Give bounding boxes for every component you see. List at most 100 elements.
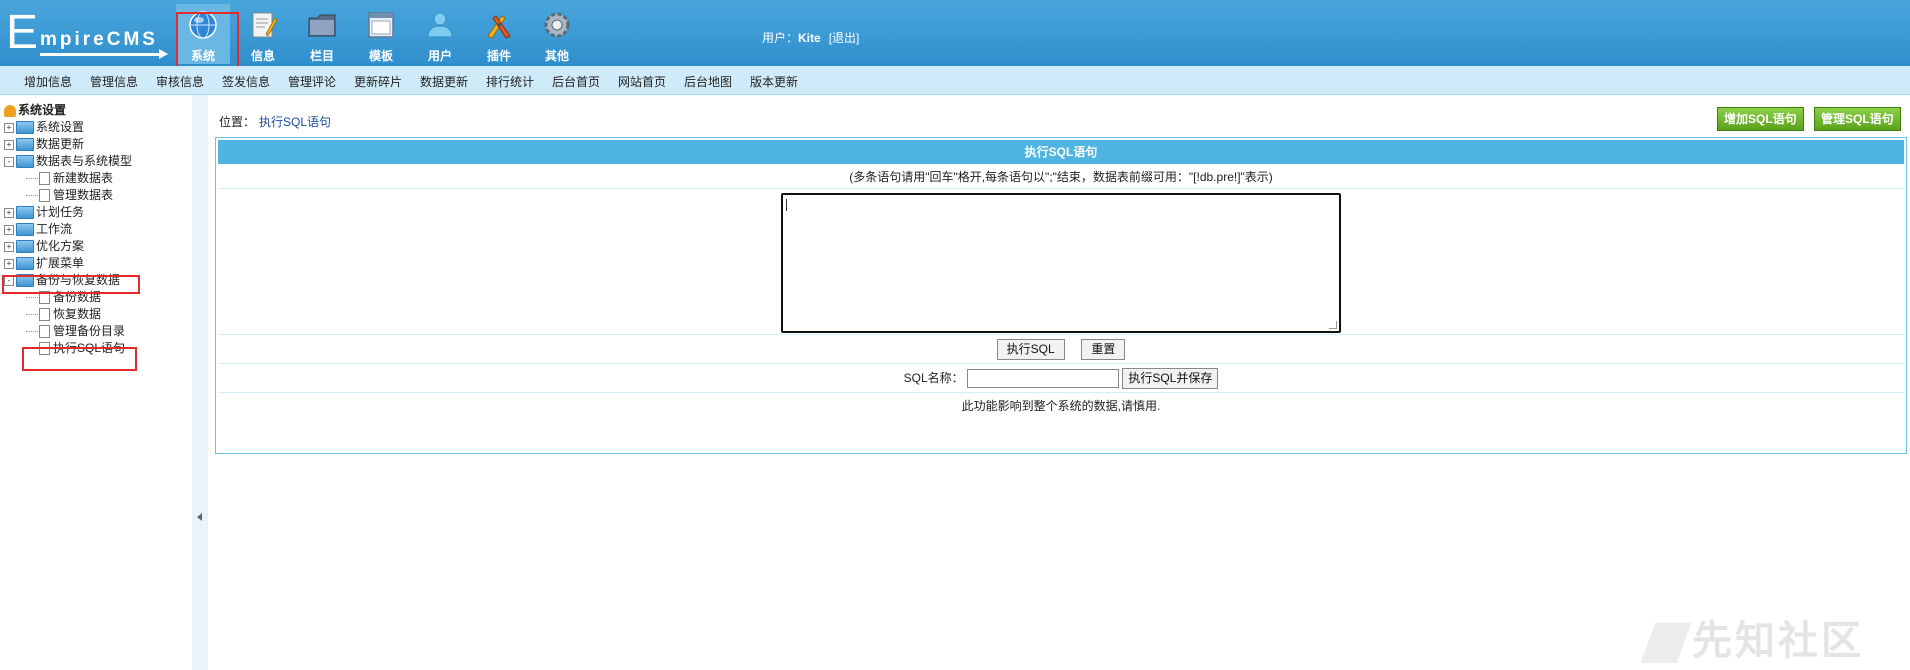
tree-item-extended-menu[interactable]: + 扩展菜单 <box>4 255 84 272</box>
folder-icon <box>16 223 34 237</box>
folder-icon <box>16 206 34 220</box>
sidebar-splitter[interactable] <box>192 95 208 670</box>
sql-name-label: SQL名称： <box>903 371 964 385</box>
sidebar-tree: 系统设置 + 系统设置 + 数据更新 - 数据表与系统模型 新建数据表 管理数据表 +… <box>0 95 192 670</box>
user-info: 用户：Kite [退出] <box>762 29 859 46</box>
tree-connector <box>26 297 38 299</box>
watermark-text: 先知社区 <box>1692 619 1864 663</box>
top-bar: E mpireCMS 系统 信息 栏目 模板 用户 插件 其他 用户：Kite … <box>0 0 1910 66</box>
sql-name-input[interactable] <box>967 369 1119 389</box>
nav-template[interactable]: 模板 <box>354 4 408 64</box>
tree-item-label: 工作流 <box>36 222 73 236</box>
page-icon <box>39 308 50 322</box>
nav-column[interactable]: 栏目 <box>295 4 349 64</box>
tree-root[interactable]: 系统设置 <box>4 102 66 119</box>
nav-label: 其他 <box>544 49 569 63</box>
sql-hint-text: (多条语句请用"回车"格开,每条语句以";"结束，数据表前缀可用："[!db.p… <box>849 170 1273 184</box>
home-icon <box>4 104 16 117</box>
execute-sql-panel: 执行SQL语句 (多条语句请用"回车"格开,每条语句以";"结束，数据表前缀可用… <box>215 137 1907 454</box>
breadcrumb-current-link[interactable]: 执行SQL语句 <box>259 115 331 129</box>
quick-link-version-update[interactable]: 版本更新 <box>750 73 798 90</box>
tree-item-system-settings[interactable]: + 系统设置 <box>4 119 84 136</box>
page-icon <box>39 325 50 339</box>
quick-link-manage-comments[interactable]: 管理评论 <box>288 73 336 90</box>
tree-item-label: 数据表与系统模型 <box>36 154 133 168</box>
quick-link-admin-home[interactable]: 后台首页 <box>552 73 600 90</box>
folder-icon <box>16 138 34 152</box>
folder-icon <box>16 121 34 135</box>
empirecms-logo[interactable]: E mpireCMS <box>6 6 171 59</box>
tree-item-label: 管理数据表 <box>53 188 114 202</box>
expand-icon[interactable]: + <box>4 258 14 269</box>
expand-icon[interactable]: + <box>4 139 14 150</box>
gear-icon <box>544 12 570 38</box>
quick-link-admin-map[interactable]: 后台地图 <box>684 73 732 90</box>
quick-link-manage-info[interactable]: 管理信息 <box>90 73 138 90</box>
window-template-icon <box>368 12 394 38</box>
quick-link-sign-info[interactable]: 签发信息 <box>222 73 270 90</box>
tree-item-restore-data[interactable]: 恢复数据 <box>26 306 101 323</box>
nav-label: 模板 <box>368 49 393 63</box>
highlight-box <box>2 275 140 294</box>
quick-link-site-home[interactable]: 网站首页 <box>618 73 666 90</box>
tree-item-new-table[interactable]: 新建数据表 <box>26 170 113 187</box>
tree-item-label: 新建数据表 <box>53 171 114 185</box>
breadcrumb-label: 位置： <box>219 115 256 129</box>
folder-icon <box>16 257 34 271</box>
tree-item-manage-table[interactable]: 管理数据表 <box>26 187 113 204</box>
manage-sql-button[interactable]: 管理SQL语句 <box>1814 107 1901 131</box>
tree-item-label: 计划任务 <box>36 205 85 219</box>
sql-textarea[interactable] <box>781 193 1341 333</box>
tree-item-optimization[interactable]: + 优化方案 <box>4 238 84 255</box>
page-icon <box>39 172 50 186</box>
collapse-arrow-icon[interactable] <box>197 513 202 521</box>
quick-link-data-update[interactable]: 数据更新 <box>420 73 468 90</box>
nav-plugin[interactable]: 插件 <box>472 4 526 64</box>
quick-link-review-info[interactable]: 审核信息 <box>156 73 204 90</box>
sql-name-row: SQL名称： 执行SQL并保存 <box>218 364 1904 393</box>
breadcrumb: 位置： 执行SQL语句 <box>219 113 331 130</box>
tree-root-label: 系统设置 <box>18 103 67 117</box>
expand-icon[interactable]: + <box>4 122 14 133</box>
quick-link-update-fragments[interactable]: 更新碎片 <box>354 73 402 90</box>
expand-icon[interactable]: + <box>4 241 14 252</box>
nav-user[interactable]: 用户 <box>413 4 467 64</box>
tree-item-label: 恢复数据 <box>53 307 102 321</box>
tree-item-manage-backup-dir[interactable]: 管理备份目录 <box>26 323 125 340</box>
reset-button[interactable]: 重置 <box>1081 339 1126 361</box>
panel-title: 执行SQL语句 <box>218 140 1904 164</box>
tree-item-data-update[interactable]: + 数据更新 <box>4 136 84 153</box>
page-icon <box>39 189 50 203</box>
nav-label: 栏目 <box>309 49 334 63</box>
tree-item-label: 数据更新 <box>36 137 85 151</box>
edit-document-icon <box>252 12 278 38</box>
text-caret <box>786 199 787 211</box>
expand-icon[interactable]: + <box>4 224 14 235</box>
warning-text: 此功能影响到整个系统的数据,请慎用. <box>961 399 1161 413</box>
logo-letter: E <box>6 6 39 59</box>
quick-link-add-info[interactable]: 增加信息 <box>24 73 72 90</box>
logout-link[interactable]: [退出] <box>829 31 860 45</box>
tree-item-workflow[interactable]: + 工作流 <box>4 221 72 238</box>
watermark-logo-icon <box>1640 623 1692 664</box>
quick-menu-bar: 增加信息 管理信息 审核信息 签发信息 管理评论 更新碎片 数据更新 排行统计 … <box>0 66 1910 95</box>
execute-sql-button[interactable]: 执行SQL <box>996 339 1065 361</box>
quick-link-ranking[interactable]: 排行统计 <box>486 73 534 90</box>
collapse-icon[interactable]: - <box>4 156 14 167</box>
tree-item-table-model[interactable]: - 数据表与系统模型 <box>4 153 132 170</box>
expand-icon[interactable]: + <box>4 207 14 218</box>
nav-label: 插件 <box>486 49 511 63</box>
execute-and-save-button[interactable]: 执行SQL并保存 <box>1122 368 1219 390</box>
nav-other[interactable]: 其他 <box>530 4 584 64</box>
highlight-box <box>22 347 137 371</box>
tree-item-label: 优化方案 <box>36 239 85 253</box>
add-sql-button[interactable]: 增加SQL语句 <box>1717 107 1804 131</box>
tree-item-scheduled-tasks[interactable]: + 计划任务 <box>4 204 84 221</box>
hint-row: (多条语句请用"回车"格开,每条语句以";"结束，数据表前缀可用："[!db.p… <box>218 166 1904 189</box>
open-folder-icon <box>16 155 34 169</box>
user-name: Kite <box>798 31 821 45</box>
tree-item-label: 扩展菜单 <box>36 256 85 270</box>
tree-item-label: 管理备份目录 <box>53 324 126 338</box>
nav-info[interactable]: 信息 <box>236 4 290 64</box>
resize-grip-icon[interactable] <box>1329 321 1337 329</box>
